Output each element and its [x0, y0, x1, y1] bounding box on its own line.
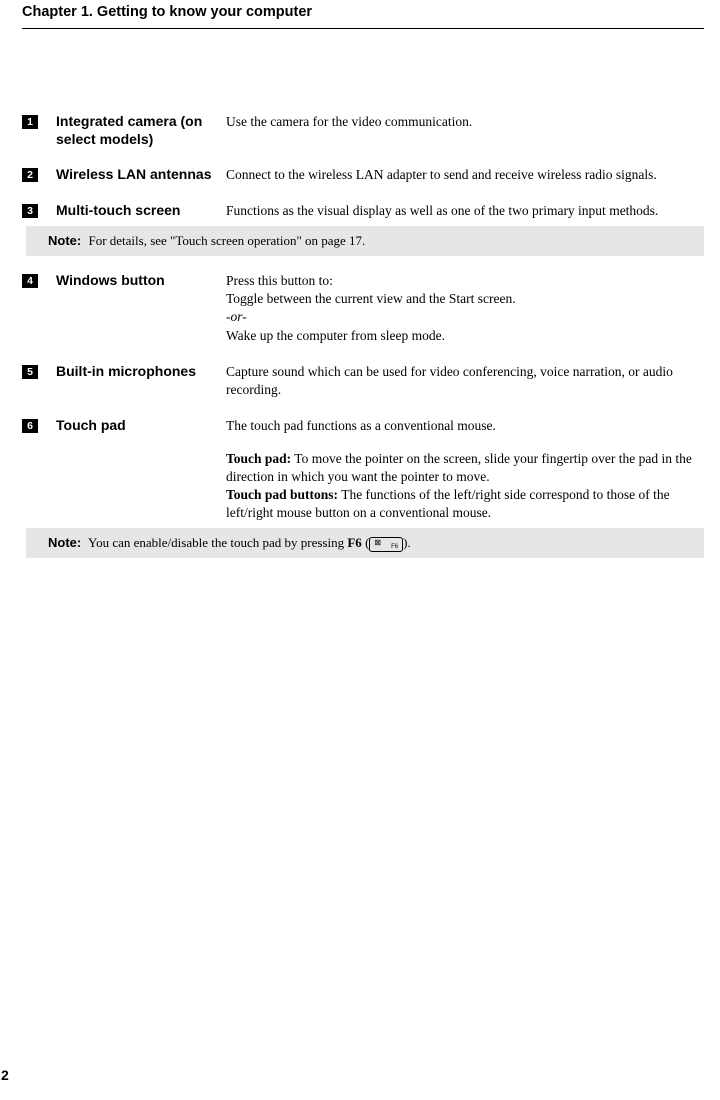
feature-row: 6 Touch pad The touch pad functions as a…: [22, 417, 704, 522]
feature-term: Touch pad: [38, 417, 224, 435]
note-key: F6: [347, 535, 361, 550]
feature-number-badge: 2: [22, 168, 38, 182]
feature-description: Functions as the visual display as well …: [224, 202, 704, 220]
feature-number-badge: 6: [22, 419, 38, 433]
feature-term: Built-in microphones: [38, 363, 224, 381]
note-box: Note: For details, see "Touch screen ope…: [26, 226, 704, 256]
feature-description: Press this button to: Toggle between the…: [224, 272, 704, 345]
page-number: 2: [1, 1067, 9, 1083]
note-open-paren: (: [362, 535, 370, 550]
feature-row: 1 Integrated camera (on select models) U…: [22, 113, 704, 148]
note-label: Note:: [48, 535, 81, 550]
feature-description: Use the camera for the video communicati…: [224, 113, 704, 131]
note-text-pre: You can enable/disable the touch pad by …: [88, 535, 347, 550]
note-label: Note:: [48, 233, 81, 248]
touchpad-toggle-icon: ⊠: [374, 538, 381, 547]
f6-key-icon: ⊠F6: [369, 537, 403, 552]
note-close-paren: ).: [403, 535, 411, 550]
feature-term: Wireless LAN antennas: [38, 166, 224, 184]
chapter-title: Chapter 1. Getting to know your computer: [22, 0, 704, 29]
feature-description: Connect to the wireless LAN adapter to s…: [224, 166, 704, 184]
feature-row: 3 Multi-touch screen Functions as the vi…: [22, 202, 704, 220]
feature-term: Windows button: [38, 272, 224, 290]
feature-description: The touch pad functions as a conventiona…: [224, 417, 704, 522]
note-box: Note: You can enable/disable the touch p…: [26, 528, 704, 558]
feature-term: Multi-touch screen: [38, 202, 224, 220]
feature-row: 4 Windows button Press this button to: T…: [22, 272, 704, 345]
feature-number-badge: 4: [22, 274, 38, 288]
feature-row: 2 Wireless LAN antennas Connect to the w…: [22, 166, 704, 184]
feature-term: Integrated camera (on select models): [38, 113, 224, 148]
feature-number-badge: 3: [22, 204, 38, 218]
feature-row: 5 Built-in microphones Capture sound whi…: [22, 363, 704, 399]
note-text: For details, see "Touch screen operation…: [88, 233, 365, 248]
feature-description: Capture sound which can be used for vide…: [224, 363, 704, 399]
feature-number-badge: 5: [22, 365, 38, 379]
feature-number-badge: 1: [22, 115, 38, 129]
